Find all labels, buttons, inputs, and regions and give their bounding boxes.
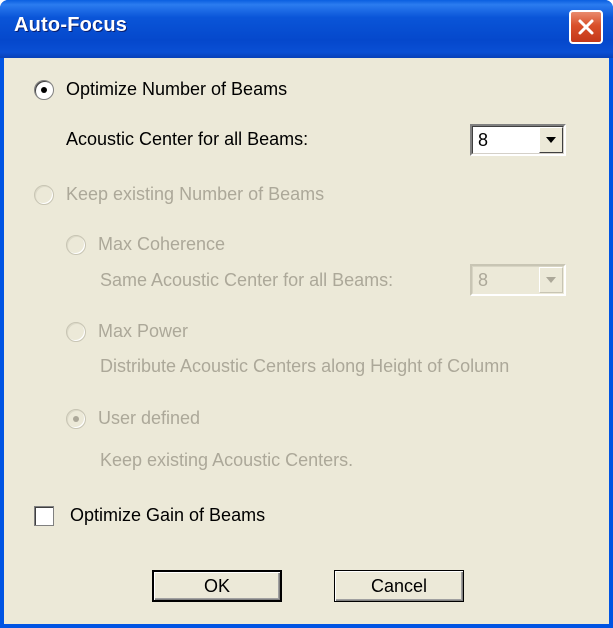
keep-centers-label: Keep existing Acoustic Centers. bbox=[100, 450, 353, 471]
chevron-down-icon bbox=[546, 277, 556, 283]
cancel-button-label: Cancel bbox=[370, 575, 428, 596]
dropdown-arrow-button[interactable] bbox=[539, 267, 563, 293]
window-title: Auto-Focus bbox=[14, 14, 128, 36]
acoustic-center-label: Acoustic Center for all Beams: bbox=[66, 129, 308, 150]
chevron-down-icon bbox=[546, 137, 556, 143]
close-icon bbox=[578, 19, 594, 35]
same-center-label: Same Acoustic Center for all Beams: bbox=[100, 270, 393, 291]
cancel-button[interactable]: Cancel bbox=[334, 570, 464, 602]
same-center-label-text: Same Acoustic Center for all Beams: bbox=[100, 270, 394, 290]
checkbox-optimize-gain[interactable]: Optimize Gain of Beams bbox=[34, 505, 265, 526]
acoustic-center-value: 8 bbox=[478, 130, 489, 150]
radio-button[interactable] bbox=[34, 184, 54, 205]
close-button[interactable] bbox=[569, 10, 603, 44]
ok-button[interactable]: OK bbox=[152, 570, 282, 602]
radio-optimize-beams-label: Optimize Number of Beams bbox=[66, 79, 288, 99]
distribute-label-text: Distribute Acoustic Centers along Height… bbox=[100, 356, 510, 376]
radio-max-coherence-label: Max Coherence bbox=[98, 234, 226, 254]
radio-max-power-label: Max Power bbox=[98, 321, 189, 341]
acoustic-center-select[interactable]: 8 bbox=[470, 124, 566, 156]
radio-button[interactable] bbox=[66, 408, 86, 429]
distribute-label: Distribute Acoustic Centers along Height… bbox=[100, 356, 509, 377]
keep-centers-label-text: Keep existing Acoustic Centers. bbox=[100, 450, 354, 470]
checkbox-optimize-gain-label: Optimize Gain of Beams bbox=[70, 505, 266, 525]
radio-user-defined[interactable]: User defined bbox=[66, 408, 200, 429]
radio-max-power[interactable]: Max Power bbox=[66, 321, 188, 342]
auto-focus-dialog: Auto-Focus Optimize Number of Beams Acou… bbox=[0, 0, 613, 628]
radio-keep-beams-label: Keep existing Number of Beams bbox=[66, 184, 325, 204]
dialog-body: Optimize Number of Beams Acoustic Center… bbox=[4, 58, 609, 624]
checkbox[interactable] bbox=[34, 505, 54, 526]
radio-button[interactable] bbox=[66, 321, 86, 342]
radio-max-coherence[interactable]: Max Coherence bbox=[66, 234, 225, 255]
radio-button[interactable] bbox=[66, 234, 86, 255]
radio-user-defined-label: User defined bbox=[98, 408, 201, 428]
dropdown-arrow-button[interactable] bbox=[539, 127, 563, 153]
same-center-value: 8 bbox=[478, 270, 489, 290]
same-center-select[interactable]: 8 bbox=[470, 264, 566, 296]
acoustic-center-label-text: Acoustic Center for all Beams: bbox=[66, 129, 309, 149]
radio-optimize-beams[interactable]: Optimize Number of Beams bbox=[34, 79, 287, 100]
ok-button-label: OK bbox=[203, 575, 230, 596]
title-bar[interactable]: Auto-Focus bbox=[0, 0, 613, 58]
radio-button[interactable] bbox=[34, 79, 54, 100]
radio-keep-beams[interactable]: Keep existing Number of Beams bbox=[34, 184, 324, 205]
